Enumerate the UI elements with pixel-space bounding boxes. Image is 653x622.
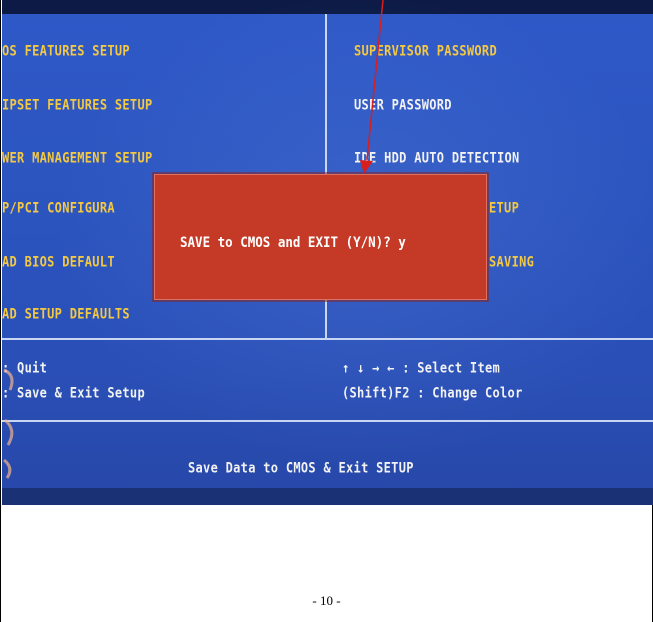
menu-item-chipset-features-setup[interactable]: IPSET FEATURES SETUP <box>2 97 153 113</box>
menu-item-bios-features-setup[interactable]: OS FEATURES SETUP <box>2 43 130 59</box>
menu-bottom-divider <box>2 338 653 340</box>
help-change-color: (Shift)F2 : Change Color <box>342 385 523 402</box>
help-select-item: ↑ ↓ → ← : Select Item <box>342 360 501 377</box>
menu-item-load-setup-defaults[interactable]: AD SETUP DEFAULTS <box>2 306 130 322</box>
help-save-exit: : Save & Exit Setup <box>2 385 145 402</box>
bios-screen-photo: OS FEATURES SETUP IPSET FEATURES SETUP W… <box>2 0 653 505</box>
monitor-bezel-bottom <box>2 488 653 505</box>
menu-item-user-password[interactable]: USER PASSWORD <box>354 97 452 113</box>
save-exit-prompt[interactable]: SAVE to CMOS and EXIT (Y/N)? y <box>180 233 406 250</box>
menu-item-pnp-pci-configuration[interactable]: P/PCI CONFIGURA <box>2 200 115 216</box>
menu-item-supervisor-password[interactable]: SUPERVISOR PASSWORD <box>354 43 497 59</box>
help-bottom-divider <box>2 420 653 422</box>
help-quit: : Quit <box>2 360 48 377</box>
menu-item-power-management-setup[interactable]: WER MANAGEMENT SETUP <box>2 150 153 166</box>
status-line: Save Data to CMOS & Exit SETUP <box>188 460 414 477</box>
page-number: - 10 - <box>312 593 341 608</box>
save-exit-dialog[interactable]: SAVE to CMOS and EXIT (Y/N)? y <box>154 174 487 300</box>
menu-item-ide-hdd-auto-detection[interactable]: IDE HDD AUTO DETECTION <box>354 150 520 166</box>
menu-item-exit-without-saving[interactable]: SAVING <box>489 254 534 270</box>
menu-item-load-bios-defaults[interactable]: AD BIOS DEFAULT <box>2 254 115 270</box>
manual-page: OS FEATURES SETUP IPSET FEATURES SETUP W… <box>0 0 653 622</box>
menu-item-save-exit-setup[interactable]: ETUP <box>489 200 519 216</box>
